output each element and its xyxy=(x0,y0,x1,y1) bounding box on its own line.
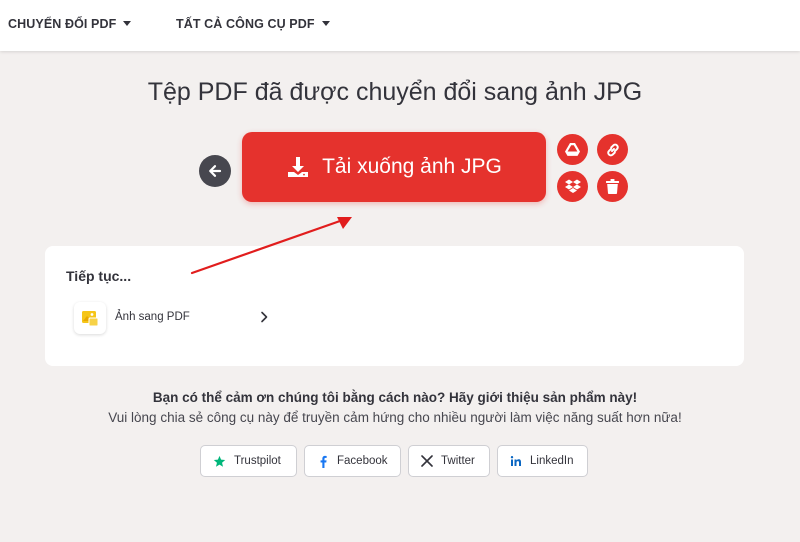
linkedin-icon xyxy=(510,456,521,466)
trustpilot-label: Trustpilot xyxy=(234,455,281,467)
caret-down-icon xyxy=(123,21,132,27)
chevron-right-icon xyxy=(261,311,268,323)
facebook-button[interactable]: Facebook xyxy=(304,445,401,477)
tool-item-image-to-pdf[interactable]: Ảnh sang PDF xyxy=(72,301,282,335)
google-drive-icon xyxy=(565,143,580,156)
link-icon xyxy=(606,143,619,156)
page-title: Tệp PDF đã được chuyển đổi sang ảnh JPG xyxy=(147,78,643,106)
nav-all-pdf-tools[interactable]: TẤT CẢ CÔNG CỤ PDF xyxy=(176,17,330,31)
download-icon xyxy=(288,157,309,177)
twitter-label: Twitter xyxy=(441,455,475,467)
nav-convert-pdf[interactable]: CHUYỂN ĐỔI PDF xyxy=(8,17,132,31)
facebook-label: Facebook xyxy=(337,455,388,467)
trash-icon xyxy=(606,179,619,194)
nav-convert-pdf-label: CHUYỂN ĐỔI PDF xyxy=(8,17,117,31)
nav-all-pdf-tools-label: TẤT CẢ CÔNG CỤ PDF xyxy=(176,17,315,31)
delete-file-button[interactable] xyxy=(597,171,628,202)
back-button[interactable] xyxy=(199,155,231,187)
twitter-button[interactable]: Twitter xyxy=(408,445,490,477)
continue-card: Tiếp tục... Ảnh sang PDF xyxy=(45,246,744,366)
linkedin-button[interactable]: LinkedIn xyxy=(497,445,588,477)
dropbox-icon xyxy=(564,179,581,193)
copy-link-button[interactable] xyxy=(597,134,628,165)
facebook-icon xyxy=(320,455,327,468)
share-subtitle: Vui lòng chia sẻ công cụ này để truyền c… xyxy=(108,410,682,425)
top-navigation: CHUYỂN ĐỔI PDF TẤT CẢ CÔNG CỤ PDF xyxy=(0,0,800,51)
caret-down-icon xyxy=(321,21,330,27)
download-jpg-button[interactable]: Tải xuống ảnh JPG xyxy=(242,132,546,202)
share-title: Bạn có thể cảm ơn chúng tôi bằng cách nà… xyxy=(152,390,638,405)
star-icon xyxy=(213,455,226,467)
arrow-left-icon xyxy=(209,165,222,177)
image-to-pdf-icon xyxy=(74,302,106,334)
x-icon xyxy=(421,455,433,467)
download-button-label: Tải xuống ảnh JPG xyxy=(322,155,502,178)
save-to-dropbox-button[interactable] xyxy=(557,171,588,202)
tool-label-image-to-pdf: Ảnh sang PDF xyxy=(115,311,190,323)
trustpilot-button[interactable]: Trustpilot xyxy=(200,445,297,477)
linkedin-label: LinkedIn xyxy=(530,455,574,467)
save-to-google-drive-button[interactable] xyxy=(557,134,588,165)
continue-title: Tiếp tục... xyxy=(66,268,132,284)
